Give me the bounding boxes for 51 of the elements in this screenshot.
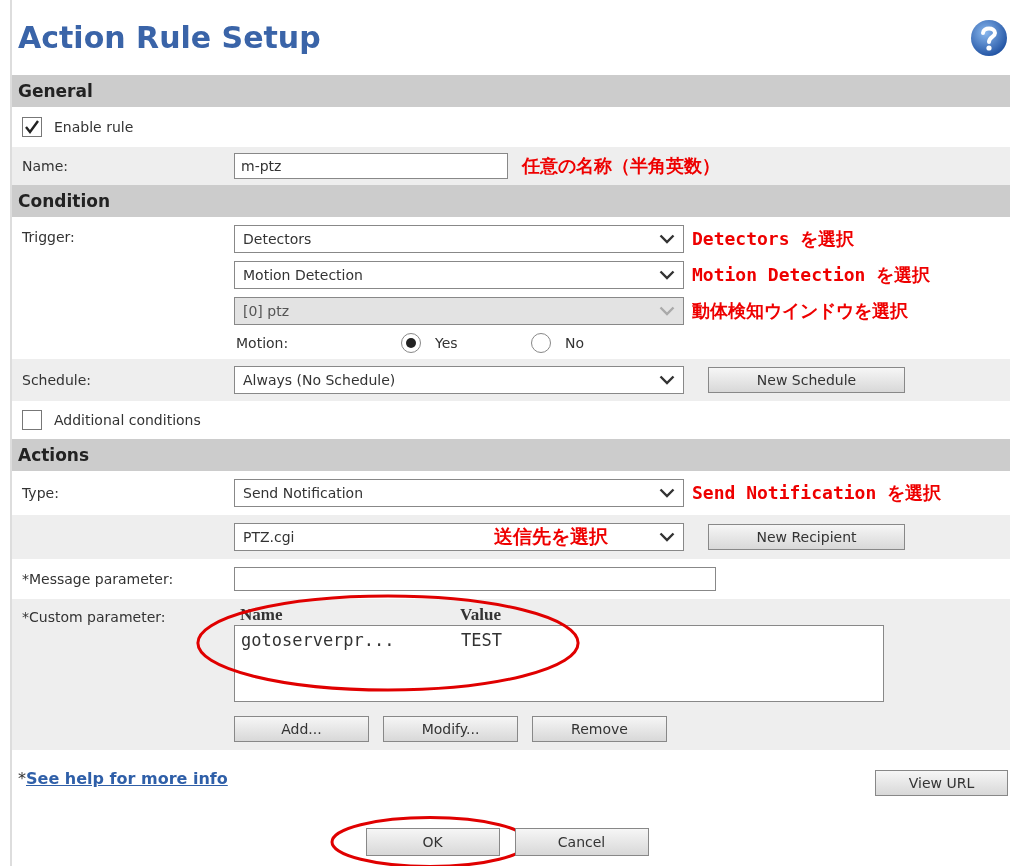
list-cell-text: TEST — [461, 630, 503, 650]
section-header: Condition — [12, 185, 1010, 217]
field-label: Type: — [21, 485, 60, 501]
list-action-button[interactable]: Modify... — [383, 716, 518, 742]
annotation-text: 動体検知ウインドウを選択 — [692, 299, 908, 323]
help-icon[interactable] — [970, 18, 1008, 57]
annotation-text: Send Notification を選択 — [692, 481, 942, 505]
dropdown[interactable]: Detectors — [234, 225, 684, 253]
chevron-down-icon — [659, 375, 675, 385]
new-recipient-button[interactable]: New Recipient — [708, 524, 905, 550]
list-cell-text: gotoserverpr... — [241, 630, 396, 650]
ok-button[interactable]: OK — [365, 828, 500, 856]
new-schedule-button[interactable]: New Schedule — [708, 367, 905, 393]
help-note: *See help for more info — [18, 768, 228, 788]
radio-option[interactable]: Yes — [401, 333, 531, 353]
checkbox-label: Enable rule — [54, 119, 134, 135]
annotation-text: 送信先を選択 — [494, 524, 608, 549]
dropdown[interactable]: Always (No Schedule) — [234, 366, 684, 394]
annotation-text: Motion Detection を選択 — [692, 263, 931, 287]
list-action-button[interactable]: Add... — [234, 716, 369, 742]
chevron-down-icon — [659, 532, 675, 542]
field-label: Name: — [21, 158, 70, 174]
annotation-text: 任意の名称（半角英数） — [522, 154, 720, 178]
chevron-down-icon — [659, 306, 675, 316]
field-label: *Custom parameter: — [21, 608, 167, 625]
page-title: Action Rule Setup — [18, 20, 321, 55]
checkbox[interactable] — [22, 117, 42, 137]
parameter-list[interactable]: gotoserverpr... TEST — [234, 625, 884, 702]
checkmark-icon — [24, 119, 40, 135]
view-url-button[interactable]: View URL — [875, 770, 1008, 796]
help-link[interactable]: See help for more info — [26, 768, 228, 788]
dropdown[interactable]: Motion Detection — [234, 261, 684, 289]
field-label: Trigger: — [21, 228, 76, 245]
radio-option[interactable]: No — [531, 333, 661, 353]
message-parameter-field[interactable] — [234, 567, 716, 591]
field-label: *Message parameter: — [21, 571, 175, 587]
annotation-text: Detectors を選択 — [692, 227, 855, 251]
field-label: Schedule: — [21, 372, 93, 388]
field-label: Motion: — [235, 335, 290, 351]
cancel-button[interactable]: Cancel — [514, 828, 649, 856]
name-field[interactable]: m-ptz — [234, 153, 508, 179]
checkbox-label: Additional conditions — [54, 412, 201, 428]
chevron-down-icon — [659, 234, 675, 244]
column-header: Value — [460, 605, 502, 625]
checkbox[interactable] — [22, 410, 42, 430]
section-header: Actions — [12, 439, 1010, 471]
list-action-button[interactable]: Remove — [532, 716, 667, 742]
section-header: General — [12, 75, 1010, 107]
chevron-down-icon — [659, 488, 675, 498]
chevron-down-icon — [659, 270, 675, 280]
dropdown[interactable]: Send Notification — [234, 479, 684, 507]
